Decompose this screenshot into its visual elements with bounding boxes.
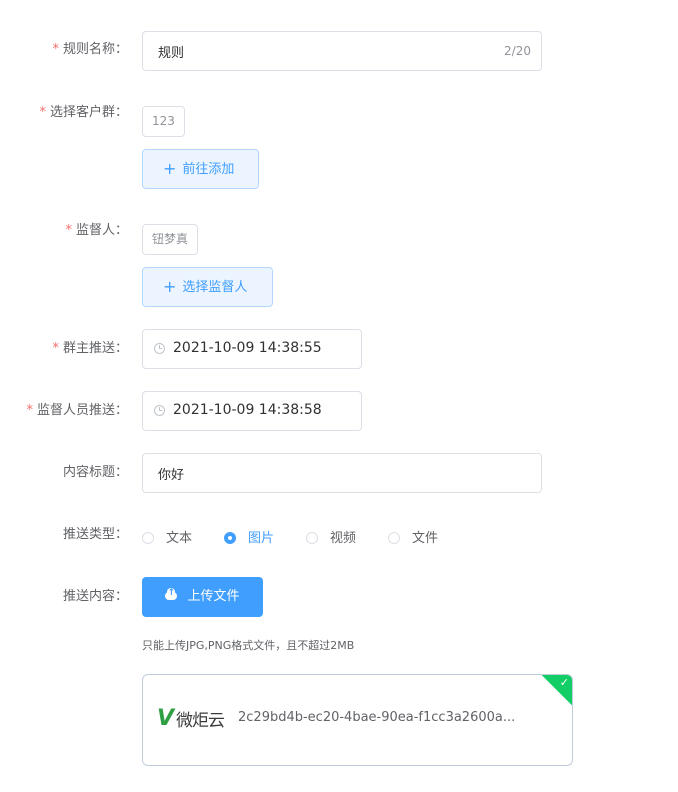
required-mark: * <box>52 42 59 57</box>
file-thumbnail: V 微炬云 <box>157 705 225 731</box>
add-customer-group-button[interactable]: + 前往添加 <box>142 149 259 189</box>
supervisor-push-datetime-input[interactable]: 2021-10-09 14:38:58 <box>142 391 362 431</box>
plus-icon: + <box>163 159 177 178</box>
rule-name-value: 规则 <box>158 46 185 61</box>
owner-push-value: 2021-10-09 14:38:55 <box>173 340 322 356</box>
supervisor-push-label: * 监督人员推送： <box>26 403 128 418</box>
radio-file[interactable]: 文件 <box>388 527 438 546</box>
radio-text[interactable]: 文本 <box>142 527 192 546</box>
required-mark: * <box>26 403 33 418</box>
radio-image[interactable]: 图片 <box>224 527 274 546</box>
uploaded-file-card[interactable]: ✓ V 微炬云 2c29bd4b-ec20-4bae-90ea-f1cc3a26… <box>142 674 573 766</box>
upload-file-button[interactable]: 上传文件 <box>142 577 263 617</box>
clock-icon <box>154 343 165 354</box>
customer-group-tag: 123 <box>142 106 185 137</box>
supervisor-push-value: 2021-10-09 14:38:58 <box>173 402 322 418</box>
radio-circle[interactable] <box>388 532 400 544</box>
logo-mark: V <box>157 705 175 731</box>
customer-group-label: * 选择客户群： <box>39 105 128 120</box>
push-type-label: 推送类型： <box>62 527 128 542</box>
radio-circle[interactable] <box>142 532 154 544</box>
logo-text: 微炬云 <box>176 711 225 731</box>
file-name: 2c29bd4b-ec20-4bae-90ea-f1cc3a2600a... <box>238 710 516 725</box>
radio-circle[interactable] <box>306 532 318 544</box>
required-mark: * <box>52 341 59 356</box>
required-mark: * <box>39 105 46 120</box>
clock-icon <box>154 405 165 416</box>
content-title-input[interactable]: 你好 <box>142 453 542 493</box>
radio-video[interactable]: 视频 <box>306 527 356 546</box>
owner-push-label: * 群主推送： <box>52 341 128 356</box>
required-mark: * <box>65 223 72 238</box>
push-content-label: 推送内容： <box>62 589 128 604</box>
rule-name-label: * 规则名称： <box>52 42 128 57</box>
supervisor-label: * 监督人： <box>65 223 128 238</box>
owner-push-datetime-input[interactable]: 2021-10-09 14:38:55 <box>142 329 362 369</box>
cloud-upload-icon <box>165 586 178 600</box>
rule-name-count: 2/20 <box>504 44 531 58</box>
content-title-value: 你好 <box>158 468 185 483</box>
select-supervisor-button[interactable]: + 选择监督人 <box>142 267 273 307</box>
check-icon: ✓ <box>559 676 569 689</box>
plus-icon: + <box>163 277 177 296</box>
rule-name-input[interactable]: 规则 2/20 <box>142 31 542 71</box>
supervisor-tag: 钮梦真 <box>142 224 199 255</box>
radio-circle[interactable] <box>224 532 236 544</box>
content-title-label: 内容标题： <box>62 465 128 480</box>
upload-tip: 只能上传JPG,PNG格式文件，且不超过2MB <box>142 639 355 652</box>
